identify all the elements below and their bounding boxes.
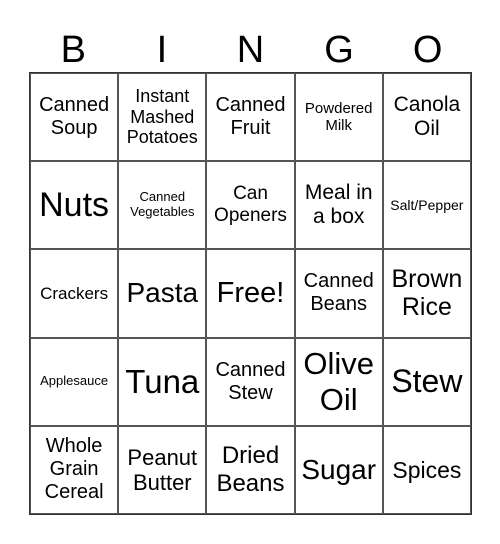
header-letter-n: N bbox=[236, 29, 265, 71]
bingo-cell[interactable]: Powdered Milk bbox=[294, 73, 383, 162]
bingo-header: B I N G O bbox=[29, 28, 472, 72]
bingo-cell[interactable]: Dried Beans bbox=[206, 425, 295, 514]
bingo-cell[interactable]: Canned Vegetables bbox=[118, 161, 207, 250]
bingo-cell[interactable]: Can Openers bbox=[206, 161, 295, 250]
bingo-cell[interactable]: Nuts bbox=[30, 161, 119, 250]
bingo-cell[interactable]: Stew bbox=[382, 337, 471, 426]
bingo-cell[interactable]: Sugar bbox=[294, 425, 383, 514]
bingo-cell[interactable]: Pasta bbox=[118, 249, 207, 338]
bingo-cell[interactable]: Free! bbox=[206, 249, 295, 338]
bingo-grid: Canned Soup Instant Mashed Potatoes Canned… bbox=[29, 72, 472, 515]
bingo-cell[interactable]: Brown Rice bbox=[382, 249, 471, 338]
bingo-cell[interactable]: Canned Beans bbox=[294, 249, 383, 338]
bingo-cell[interactable]: Peanut Butter bbox=[118, 425, 207, 514]
header-letter-g: G bbox=[324, 29, 354, 71]
bingo-cell[interactable]: Canned Soup bbox=[30, 73, 119, 162]
bingo-cell[interactable]: Crackers bbox=[30, 249, 119, 338]
header-letter-o: O bbox=[412, 29, 443, 71]
bingo-cell[interactable]: Instant Mashed Potatoes bbox=[118, 73, 207, 162]
header-letter-i: I bbox=[156, 29, 168, 71]
bingo-cell[interactable]: Canned Stew bbox=[206, 337, 295, 426]
bingo-cell[interactable]: Canned Fruit bbox=[206, 73, 295, 162]
bingo-cell[interactable]: Salt/Pepper bbox=[382, 161, 471, 250]
bingo-cell[interactable]: Canola Oil bbox=[382, 73, 471, 162]
bingo-cell[interactable]: Applesauce bbox=[30, 337, 119, 426]
header-letter-b: B bbox=[60, 29, 86, 71]
bingo-cell[interactable]: Olive Oil bbox=[294, 337, 383, 426]
bingo-cell[interactable]: Meal in a box bbox=[294, 161, 383, 250]
bingo-cell[interactable]: Whole Grain Cereal bbox=[30, 425, 119, 514]
bingo-cell[interactable]: Tuna bbox=[118, 337, 207, 426]
bingo-cell[interactable]: Spices bbox=[382, 425, 471, 514]
